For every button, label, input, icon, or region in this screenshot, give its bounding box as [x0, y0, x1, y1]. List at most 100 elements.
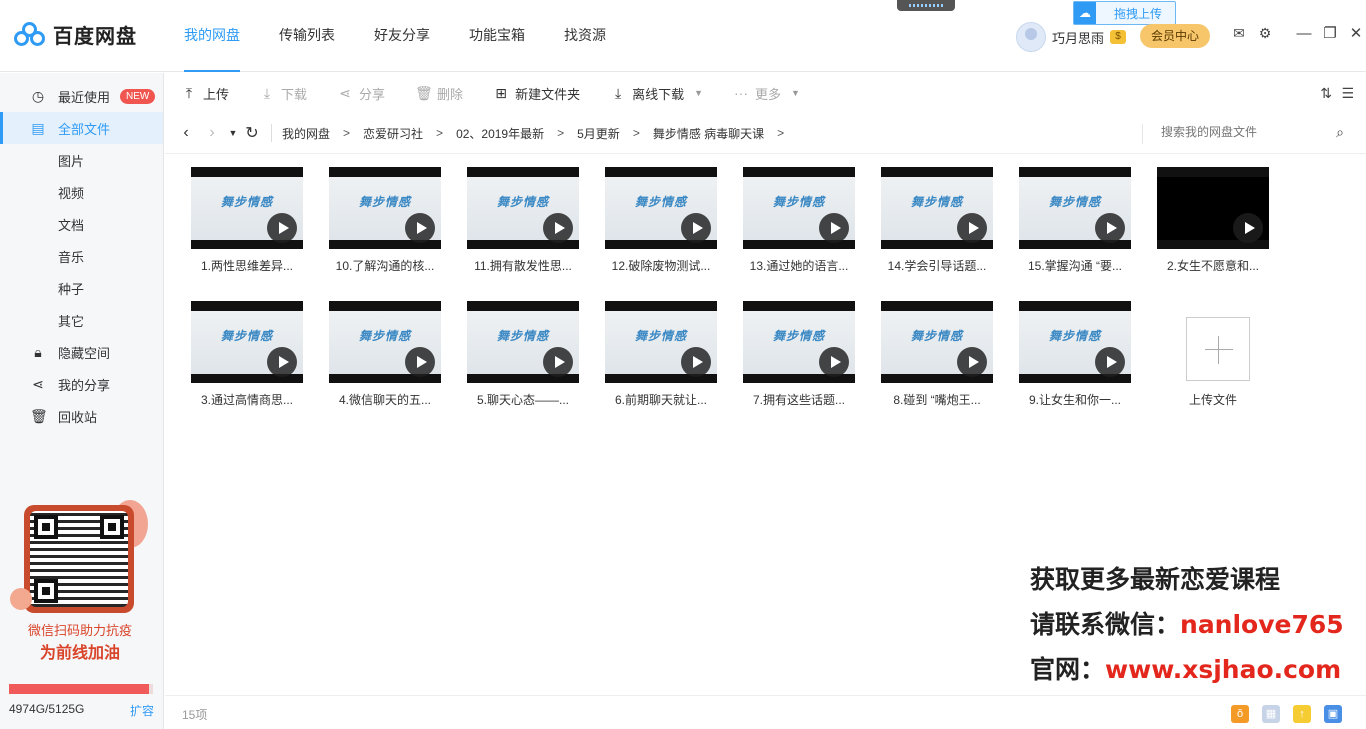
play-icon[interactable]	[819, 213, 849, 243]
play-icon[interactable]	[957, 213, 987, 243]
promo-line-1[interactable]: 微信扫码助力抗疫	[0, 620, 160, 639]
user-name[interactable]: 巧月思雨	[1052, 28, 1104, 47]
play-icon[interactable]	[267, 347, 297, 377]
video-thumbnail[interactable]: 舞步情感	[1019, 167, 1131, 249]
search-icon[interactable]: ⌕	[1336, 124, 1344, 141]
video-thumbnail[interactable]: 舞步情感	[743, 167, 855, 249]
nav-toolbox[interactable]: 功能宝箱	[469, 0, 525, 72]
medal-icon[interactable]: ŏ	[1231, 705, 1249, 723]
file-name[interactable]: 14.学会引导话题...	[866, 257, 1008, 274]
play-icon[interactable]	[405, 347, 435, 377]
user-info[interactable]: 巧月思雨 $	[1016, 22, 1127, 52]
sidebar-item-recent[interactable]: ◷ 最近使用 NEW	[0, 80, 163, 112]
file-item[interactable]: 舞步情感 9.让女生和你一...	[1004, 291, 1140, 421]
play-icon[interactable]	[1233, 213, 1263, 243]
gear-icon[interactable]: ⚙	[1258, 26, 1272, 40]
lock-icon[interactable]: ▣	[1324, 705, 1342, 723]
video-thumbnail[interactable]: 舞步情感	[191, 167, 303, 249]
sidebar-item-other[interactable]: 其它	[0, 304, 163, 336]
play-icon[interactable]	[819, 347, 849, 377]
file-name[interactable]: 15.掌握沟通 “要...	[1004, 257, 1146, 274]
nav-my-disk[interactable]: 我的网盘	[184, 0, 240, 72]
file-name[interactable]: 13.通过她的语言...	[728, 257, 870, 274]
sidebar-item-all-files[interactable]: ▤ 全部文件	[0, 112, 163, 144]
video-thumbnail[interactable]: 舞步情感	[191, 301, 303, 383]
video-thumbnail[interactable]: 舞步情感	[881, 167, 993, 249]
play-icon[interactable]	[543, 213, 573, 243]
download-button[interactable]: ⤓ 下载	[259, 84, 307, 103]
file-item[interactable]: 舞步情感 5.聊天心态——...	[452, 291, 588, 421]
breadcrumb-item[interactable]: 舞步情感 病毒聊天课	[653, 125, 764, 142]
sidebar-item-torrents[interactable]: 种子	[0, 272, 163, 304]
play-icon[interactable]	[405, 213, 435, 243]
file-name[interactable]: 1.两性思维差异...	[176, 257, 318, 274]
breadcrumb-item[interactable]: 恋爱研习社	[363, 125, 423, 142]
file-item[interactable]: 舞步情感 8.碰到 “嘴炮王...	[866, 291, 1002, 421]
video-thumbnail[interactable]: 舞步情感	[881, 301, 993, 383]
breadcrumb-item[interactable]: 02、2019年最新	[456, 125, 544, 142]
play-icon[interactable]	[267, 213, 297, 243]
breadcrumb-item[interactable]: 5月更新	[577, 125, 620, 142]
upload-file-tile[interactable]: 上传文件	[1142, 291, 1278, 421]
plus-icon[interactable]	[1186, 317, 1250, 381]
file-name[interactable]: 10.了解沟通的核...	[314, 257, 456, 274]
play-icon[interactable]	[543, 347, 573, 377]
video-thumbnail[interactable]	[1157, 167, 1269, 249]
file-name[interactable]: 6.前期聊天就让...	[590, 391, 732, 408]
nav-friend-share[interactable]: 好友分享	[374, 0, 430, 72]
sidebar-item-music[interactable]: 音乐	[0, 240, 163, 272]
file-name[interactable]: 9.让女生和你一...	[1004, 391, 1146, 408]
sidebar-item-documents[interactable]: 文档	[0, 208, 163, 240]
file-name[interactable]: 4.微信聊天的五...	[314, 391, 456, 408]
file-item[interactable]: 舞步情感 14.学会引导话题...	[866, 157, 1002, 287]
play-icon[interactable]	[681, 213, 711, 243]
chevron-down-icon[interactable]: ▼	[791, 88, 800, 98]
file-item[interactable]: 舞步情感 6.前期聊天就让...	[590, 291, 726, 421]
file-item[interactable]: 舞步情感 3.通过高情商思...	[176, 291, 312, 421]
sidebar-item-videos[interactable]: 视频	[0, 176, 163, 208]
sort-icon[interactable]: ⇅	[1320, 85, 1332, 102]
file-name[interactable]: 5.聊天心态——...	[452, 391, 594, 408]
more-button[interactable]: ··· 更多 ▼	[733, 84, 800, 103]
video-thumbnail[interactable]: 舞步情感	[743, 301, 855, 383]
file-name[interactable]: 12.破除废物测试...	[590, 257, 732, 274]
breadcrumb-item[interactable]: 我的网盘	[282, 125, 330, 142]
refresh-icon[interactable]: ↻	[241, 123, 263, 143]
file-name[interactable]: 11.拥有散发性思...	[452, 257, 594, 274]
video-thumbnail[interactable]: 舞步情感	[467, 301, 579, 383]
video-thumbnail[interactable]: 舞步情感	[329, 301, 441, 383]
video-thumbnail[interactable]: 舞步情感	[329, 167, 441, 249]
search-input[interactable]	[1161, 125, 1321, 139]
expand-storage-link[interactable]: 扩容	[130, 702, 154, 719]
file-name[interactable]: 2.女生不愿意和...	[1142, 257, 1284, 274]
delete-button[interactable]: 🗑︎ 删除	[415, 84, 463, 103]
file-item[interactable]: 舞步情感 10.了解沟通的核...	[314, 157, 450, 287]
nav-find-resources[interactable]: 找资源	[564, 0, 606, 72]
sidebar-item-images[interactable]: 图片	[0, 144, 163, 176]
promo-qr-card[interactable]	[24, 505, 134, 613]
history-dropdown-icon[interactable]: ▼	[225, 128, 241, 138]
apps-grid-icon[interactable]: ▦	[1262, 705, 1280, 723]
view-mode-icon[interactable]: ☰	[1341, 85, 1354, 102]
file-name[interactable]: 7.拥有这些话题...	[728, 391, 870, 408]
file-item[interactable]: 舞步情感 13.通过她的语言...	[728, 157, 864, 287]
mail-icon[interactable]: ✉	[1232, 26, 1246, 40]
file-name[interactable]: 8.碰到 “嘴炮王...	[866, 391, 1008, 408]
upload-arrow-icon[interactable]: ↑	[1293, 705, 1311, 723]
play-icon[interactable]	[957, 347, 987, 377]
file-item[interactable]: 舞步情感 7.拥有这些话题...	[728, 291, 864, 421]
back-icon[interactable]: ‹	[173, 124, 199, 142]
play-icon[interactable]	[681, 347, 711, 377]
play-icon[interactable]	[1095, 213, 1125, 243]
file-item[interactable]: 舞步情感 4.微信聊天的五...	[314, 291, 450, 421]
new-folder-button[interactable]: ⊞ 新建文件夹	[493, 84, 580, 103]
share-button[interactable]: ⋖ 分享	[337, 84, 385, 103]
sidebar-item-recycle-bin[interactable]: 🗑︎ 回收站	[0, 400, 163, 432]
upload-button[interactable]: ⤒ 上传	[181, 84, 229, 103]
file-item[interactable]: 舞步情感 15.掌握沟通 “要...	[1004, 157, 1140, 287]
sidebar-item-hidden-space[interactable]: 🔒︎ 隐藏空间	[0, 336, 163, 368]
promo-line-2[interactable]: 为前线加油	[0, 639, 160, 663]
video-thumbnail[interactable]: 舞步情感	[467, 167, 579, 249]
window-drag-handle[interactable]	[897, 0, 955, 11]
video-thumbnail[interactable]: 舞步情感	[605, 301, 717, 383]
